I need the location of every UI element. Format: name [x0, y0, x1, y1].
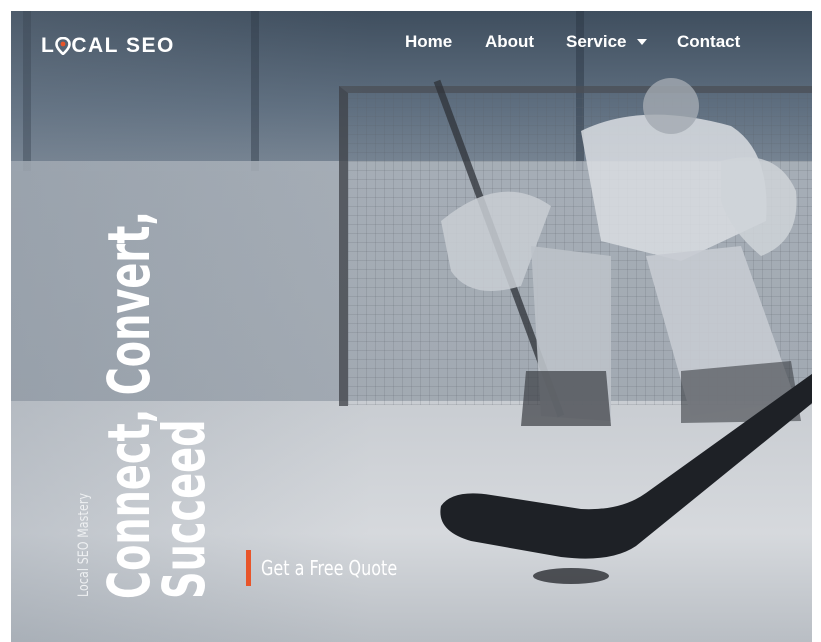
- get-quote-button[interactable]: Get a Free Quote: [246, 550, 431, 586]
- nav-item-service[interactable]: Service: [566, 32, 647, 52]
- nav-item-contact[interactable]: Contact: [677, 32, 740, 52]
- caret-down-icon[interactable]: [636, 39, 647, 45]
- site-logo[interactable]: L CAL SEO: [41, 34, 175, 58]
- logo-text-end: CAL SEO: [71, 34, 175, 57]
- nav-item-about[interactable]: About: [485, 32, 534, 52]
- hero-headline-line2: Succeed: [150, 419, 218, 599]
- nav-item-service-label: Service: [566, 32, 627, 51]
- hero-tagline: Local SEO Mastery: [76, 492, 92, 597]
- cta-label: Get a Free Quote: [261, 556, 398, 580]
- nav-item-home[interactable]: Home: [405, 32, 452, 52]
- cta-accent-bar: [246, 550, 251, 586]
- logo-text-start: L: [41, 34, 56, 57]
- map-pin-icon: [55, 37, 72, 55]
